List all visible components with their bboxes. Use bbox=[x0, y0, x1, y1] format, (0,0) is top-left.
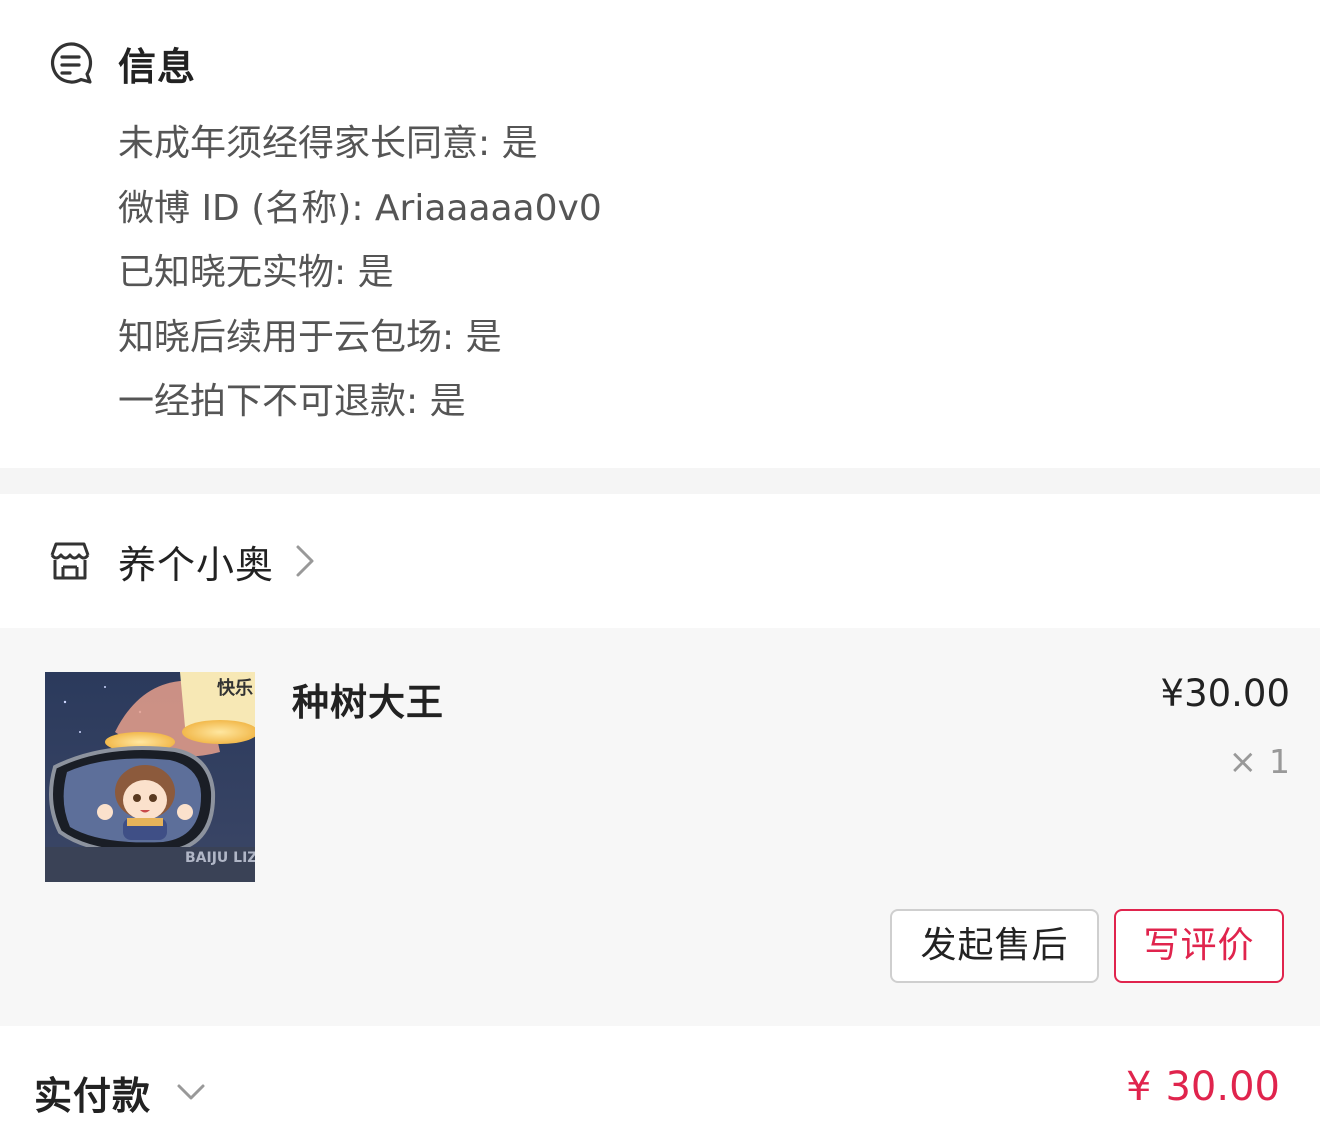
payment-amount: ¥30.00 bbox=[1126, 1064, 1280, 1110]
order-item-card: 快乐 BAIJU LIZHEI 种树大王 ¥30.00 ×1 发起售后 写评价 bbox=[0, 628, 1320, 1026]
info-row-no-physical-item: 已知晓无实物: 是 bbox=[118, 252, 394, 293]
message-note-icon bbox=[51, 42, 93, 84]
section-divider bbox=[0, 468, 1320, 494]
thumb-text-top: 快乐 bbox=[217, 677, 253, 699]
chevron-down-icon bbox=[177, 1084, 205, 1100]
info-title: 信息 bbox=[118, 44, 197, 89]
product-thumbnail[interactable]: 快乐 BAIJU LIZHEI bbox=[45, 672, 255, 882]
info-header: 信息 bbox=[48, 38, 197, 89]
store-icon bbox=[50, 542, 90, 580]
info-row-weibo-id: 微博 ID (名称): Ariaaaaa0v0 bbox=[118, 187, 602, 229]
info-row-guardian-consent: 未成年须经得家长同意: 是 bbox=[118, 123, 538, 164]
thumb-text-bottom: BAIJU LIZHEI bbox=[185, 850, 255, 866]
info-section: 信息 未成年须经得家长同意: 是 微博 ID (名称): Ariaaaaa0v0… bbox=[0, 0, 1320, 468]
info-row-no-refund: 一经拍下不可退款: 是 bbox=[118, 381, 466, 422]
shop-header: 养个小奥 bbox=[0, 494, 1320, 628]
write-review-button[interactable]: 写评价 bbox=[1114, 909, 1284, 983]
chevron-right-icon bbox=[296, 545, 314, 577]
order-detail-page: 信息 未成年须经得家长同意: 是 微博 ID (名称): Ariaaaaa0v0… bbox=[0, 0, 1320, 1148]
info-row-cloud-booking: 知晓后续用于云包场: 是 bbox=[118, 316, 502, 358]
payment-value: 30.00 bbox=[1165, 1064, 1280, 1110]
payment-summary: 实付款 ¥30.00 bbox=[0, 1026, 1320, 1148]
info-list: 未成年须经得家长同意: 是 微博 ID (名称): Ariaaaaa0v0 已知… bbox=[118, 112, 602, 435]
product-quantity: × 1 bbox=[1229, 742, 1291, 782]
shop-name: 养个小奥 bbox=[118, 542, 275, 587]
quantity-multiply-symbol: × bbox=[1228, 742, 1258, 782]
shop-link[interactable]: 养个小奥 bbox=[48, 534, 318, 588]
after-sale-button[interactable]: 发起售后 bbox=[890, 909, 1099, 983]
payment-currency: ¥ bbox=[1126, 1064, 1152, 1110]
payment-details-toggle[interactable]: 实付款 bbox=[34, 1066, 207, 1118]
product-image: 快乐 BAIJU LIZHEI bbox=[45, 672, 255, 882]
quantity-value: 1 bbox=[1269, 742, 1290, 781]
product-name[interactable]: 种树大王 bbox=[292, 672, 444, 726]
product-price: ¥30.00 bbox=[1160, 672, 1290, 715]
payment-label: 实付款 bbox=[34, 1073, 152, 1118]
